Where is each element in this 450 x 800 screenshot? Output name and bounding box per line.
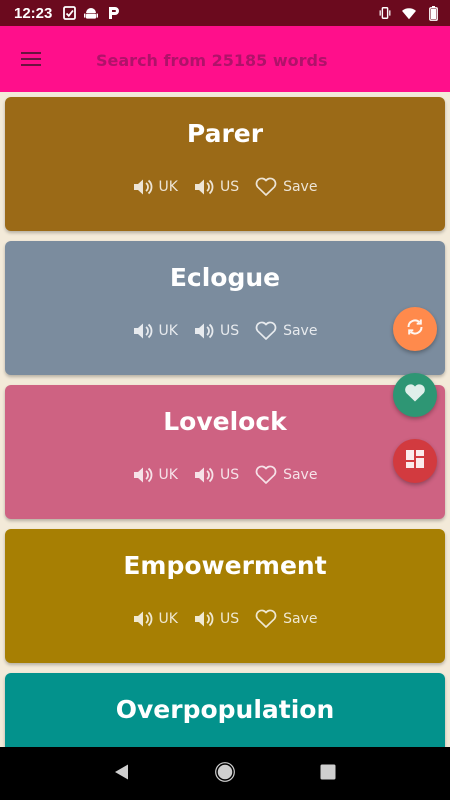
speaker-icon — [133, 610, 153, 628]
play-uk-button[interactable]: UK — [133, 465, 178, 485]
status-system-icons — [378, 5, 440, 21]
us-label: US — [219, 179, 240, 195]
search-field[interactable]: Search from 25185 words — [96, 51, 327, 70]
hamburger-menu-icon — [21, 48, 41, 70]
home-button[interactable] — [205, 754, 245, 794]
menu-button[interactable] — [0, 26, 62, 92]
word-title: Empowerment — [123, 551, 327, 580]
home-circle-icon — [215, 761, 235, 786]
uk-label: UK — [158, 611, 178, 627]
speaker-icon — [133, 466, 153, 484]
speaker-icon — [194, 178, 214, 196]
save-label: Save — [283, 179, 318, 195]
favorites-fab[interactable] — [393, 373, 437, 417]
dashboard-icon — [405, 449, 425, 473]
heart-icon — [404, 383, 426, 407]
speaker-icon — [133, 322, 153, 340]
uk-label: UK — [158, 323, 178, 339]
save-label: Save — [283, 611, 318, 627]
refresh-icon — [404, 316, 426, 342]
heart-outline-icon — [255, 321, 277, 341]
recents-button[interactable] — [308, 754, 348, 794]
save-button[interactable]: Save — [255, 465, 317, 485]
save-label: Save — [283, 467, 318, 483]
word-card[interactable]: Parer UK US Save — [5, 97, 445, 231]
save-label: Save — [283, 323, 318, 339]
back-triangle-icon — [113, 763, 131, 785]
save-button[interactable]: Save — [255, 609, 317, 629]
word-title: Lovelock — [163, 407, 287, 436]
check-clipboard-icon — [62, 6, 76, 20]
us-label: US — [219, 323, 240, 339]
uk-label: UK — [158, 467, 178, 483]
speaker-icon — [194, 466, 214, 484]
word-card[interactable]: Eclogue UK US Save — [5, 241, 445, 375]
p-icon — [106, 6, 120, 20]
word-card[interactable]: Lovelock UK US Save — [5, 385, 445, 519]
heart-outline-icon — [255, 609, 277, 629]
play-uk-button[interactable]: UK — [133, 321, 178, 341]
word-title: Overpopulation — [115, 695, 335, 724]
word-list[interactable]: Parer UK US Save Eclogue UK US Save Love… — [0, 92, 450, 747]
word-card[interactable]: Empowerment UK US Save — [5, 529, 445, 663]
word-title: Parer — [186, 119, 264, 148]
word-card[interactable]: Overpopulation — [5, 673, 445, 747]
save-button[interactable]: Save — [255, 321, 317, 341]
battery-icon — [426, 5, 440, 21]
status-bar: 12:23 — [0, 0, 450, 26]
word-actions: UK US Save — [5, 177, 445, 197]
word-actions: UK US Save — [5, 321, 445, 341]
speaker-icon — [133, 178, 153, 196]
play-us-button[interactable]: US — [194, 609, 239, 629]
status-notification-icons — [62, 6, 120, 20]
system-nav-bar — [0, 747, 450, 800]
android-icon — [84, 6, 99, 20]
word-title: Eclogue — [169, 263, 281, 292]
app-bar: Search from 25185 words — [0, 26, 450, 92]
shuffle-fab[interactable] — [393, 307, 437, 351]
categories-fab[interactable] — [393, 439, 437, 483]
us-label: US — [219, 611, 240, 627]
vibrate-icon — [378, 6, 392, 20]
heart-outline-icon — [255, 465, 277, 485]
recents-square-icon — [320, 764, 336, 784]
speaker-icon — [194, 322, 214, 340]
back-button[interactable] — [102, 754, 142, 794]
status-time: 12:23 — [14, 4, 53, 22]
us-label: US — [219, 467, 240, 483]
wifi-icon — [402, 6, 416, 20]
play-uk-button[interactable]: UK — [133, 177, 178, 197]
play-us-button[interactable]: US — [194, 465, 239, 485]
play-us-button[interactable]: US — [194, 177, 239, 197]
uk-label: UK — [158, 179, 178, 195]
heart-outline-icon — [255, 177, 277, 197]
play-uk-button[interactable]: UK — [133, 609, 178, 629]
word-actions: UK US Save — [5, 465, 445, 485]
speaker-icon — [194, 610, 214, 628]
play-us-button[interactable]: US — [194, 321, 239, 341]
word-actions: UK US Save — [5, 609, 445, 629]
save-button[interactable]: Save — [255, 177, 317, 197]
